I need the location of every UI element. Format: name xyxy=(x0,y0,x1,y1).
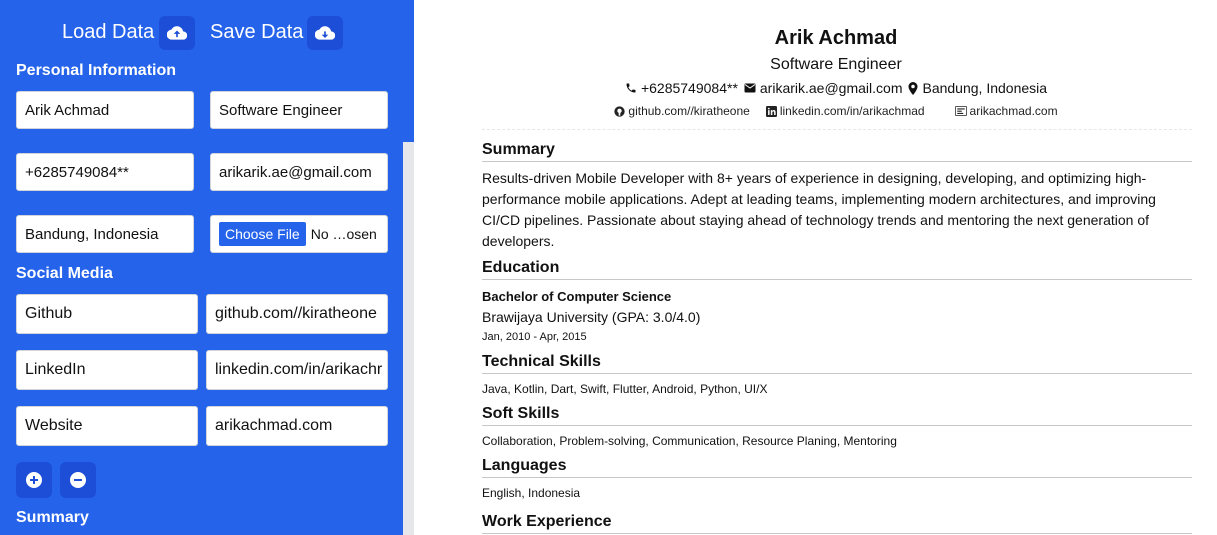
cloud-upload-icon xyxy=(167,25,187,41)
link-github[interactable]: github.com//kiratheone xyxy=(614,104,750,118)
resume-title: Software Engineer xyxy=(770,56,902,73)
choose-file-button[interactable]: Choose File xyxy=(219,222,306,246)
personal-info-heading: Personal Information xyxy=(16,62,177,79)
link-website[interactable]: arikachmad.com xyxy=(954,104,1058,118)
cloud-download-icon xyxy=(315,25,335,41)
linkedin-icon xyxy=(765,105,777,117)
file-status: No …osen xyxy=(310,226,377,242)
name-input[interactable]: Arik Achmad xyxy=(16,91,194,129)
education-section-heading: Education xyxy=(482,259,1192,280)
phone-icon xyxy=(625,82,637,94)
contact-location: Bandung, Indonesia xyxy=(908,80,1047,96)
editor-panel: Load Data Save Data Personal Information… xyxy=(0,0,414,535)
summary-section-heading: Summary xyxy=(482,141,1192,162)
social-media-heading: Social Media xyxy=(16,265,113,282)
resume-preview: Arik Achmad Software Engineer +628574908… xyxy=(414,0,1217,535)
toolbar: Load Data Save Data xyxy=(0,16,404,50)
save-data-label: Save Data xyxy=(210,21,304,43)
profile-picture-input[interactable]: Choose File No …osen xyxy=(210,215,388,253)
mail-icon xyxy=(744,83,756,93)
location-pin-icon xyxy=(908,81,918,95)
university-name: Brawijaya University (GPA: 3.0/4.0) xyxy=(482,309,701,325)
links-row: github.com//kiratheone linkedin.com/in/a… xyxy=(414,104,1217,118)
contact-phone: +6285749084** xyxy=(625,80,738,96)
contact-row: +6285749084** arikarik.ae@gmail.com Band… xyxy=(414,80,1217,96)
social-url-input[interactable]: github.com//kiratheone xyxy=(206,294,388,334)
technical-skills-heading: Technical Skills xyxy=(482,353,1192,374)
social-platform-input[interactable]: Website xyxy=(16,406,198,446)
work-experience-heading: Work Experience xyxy=(482,513,1192,534)
degree-title: Bachelor of Computer Science xyxy=(482,289,672,304)
load-data-label: Load Data xyxy=(62,21,155,43)
contact-email: arikarik.ae@gmail.com xyxy=(744,80,902,96)
github-icon xyxy=(614,105,626,117)
minus-circle-icon xyxy=(69,471,87,489)
plus-circle-icon xyxy=(25,471,43,489)
add-social-button[interactable] xyxy=(16,462,52,498)
education-dates: Jan, 2010 - Apr, 2015 xyxy=(482,331,587,343)
soft-skills-heading: Soft Skills xyxy=(482,405,1192,426)
remove-social-button[interactable] xyxy=(60,462,96,498)
languages-heading: Languages xyxy=(482,457,1192,478)
social-platform-input[interactable]: Github xyxy=(16,294,198,334)
phone-input[interactable]: +6285749084** xyxy=(16,153,194,191)
soft-skills-list: Collaboration, Problem-solving, Communic… xyxy=(482,434,897,448)
social-url-input[interactable]: linkedin.com/in/arikachr xyxy=(206,350,388,390)
header-divider xyxy=(482,129,1192,130)
resume-name: Arik Achmad xyxy=(774,27,898,49)
social-url-input[interactable]: arikachmad.com xyxy=(206,406,388,446)
job-title-input[interactable]: Software Engineer xyxy=(210,91,388,129)
languages-list: English, Indonesia xyxy=(482,486,581,500)
editor-scrollbar[interactable] xyxy=(403,142,414,535)
resume-builder-app: Load Data Save Data Personal Information… xyxy=(0,0,1217,535)
location-input[interactable]: Bandung, Indonesia xyxy=(16,215,194,253)
save-data-button[interactable] xyxy=(307,16,343,50)
summary-text: Results-driven Mobile Developer with 8+ … xyxy=(482,170,1156,249)
email-input[interactable]: arikarik.ae@gmail.com xyxy=(210,153,388,191)
link-linkedin[interactable]: linkedin.com/in/arikachmad xyxy=(765,104,925,118)
summary-heading: Summary xyxy=(16,509,89,526)
website-icon xyxy=(954,106,967,116)
technical-skills-list: Java, Kotlin, Dart, Swift, Flutter, Andr… xyxy=(482,382,768,396)
load-data-button[interactable] xyxy=(159,16,195,50)
social-platform-input[interactable]: LinkedIn xyxy=(16,350,198,390)
